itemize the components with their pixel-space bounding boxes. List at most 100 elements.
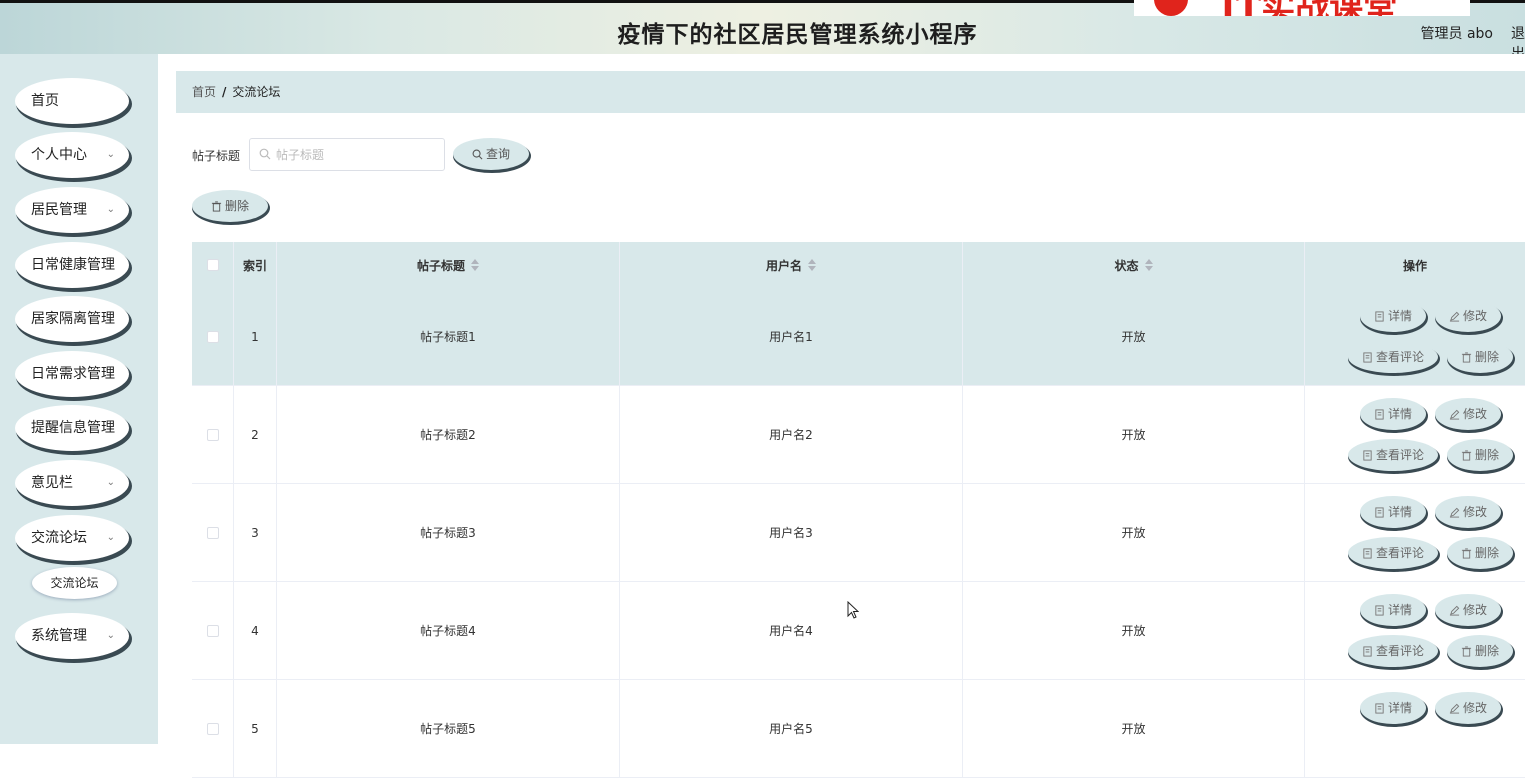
delete-button-label: 删除 — [1474, 448, 1499, 462]
search-icon — [259, 148, 271, 160]
sort-icon[interactable] — [808, 259, 816, 271]
row-checkbox[interactable] — [206, 722, 219, 735]
edit-icon — [1449, 605, 1460, 616]
view-comments-label: 查看评论 — [1375, 644, 1424, 658]
edit-button[interactable]: 修改 — [1435, 496, 1501, 528]
search-input[interactable] — [249, 138, 445, 171]
edit-icon — [1449, 311, 1460, 322]
search-button[interactable]: 查询 — [453, 138, 529, 170]
document-icon — [1363, 352, 1372, 363]
trash-icon — [1461, 646, 1472, 657]
sidebar-item-home[interactable]: 首页 — [15, 78, 129, 124]
chevron-down-icon: ⌄ — [106, 630, 115, 641]
sidebar: 首页 个人中心 ⌄ 居民管理 ⌄ 日常健康管理 居家隔离管理 日常需求管理 提醒信息… — [0, 54, 158, 744]
row-checkbox[interactable] — [206, 526, 219, 539]
view-comments-button[interactable]: 查看评论 — [1348, 635, 1438, 667]
col-header-title[interactable]: 帖子标题 — [277, 242, 620, 288]
edit-button[interactable]: 修改 — [1435, 692, 1501, 724]
delete-button[interactable]: 删除 — [1447, 537, 1513, 569]
sidebar-item-daily-health[interactable]: 日常健康管理 — [15, 242, 129, 288]
row-checkbox[interactable] — [206, 428, 219, 441]
sidebar-item-forum[interactable]: 交流论坛 ⌄ — [15, 515, 129, 561]
sidebar-item-daily-needs[interactable]: 日常需求管理 — [15, 351, 129, 397]
col-header-index: 索引 — [234, 242, 277, 288]
edit-button[interactable]: 修改 — [1435, 398, 1501, 430]
cell-index: 4 — [234, 582, 277, 679]
edit-icon — [1449, 409, 1460, 420]
sidebar-item-label: 日常需求管理 — [31, 366, 115, 382]
detail-button[interactable]: 详情 — [1360, 692, 1426, 724]
cell-status: 开放 — [963, 484, 1305, 581]
view-comments-button[interactable]: 查看评论 — [1348, 537, 1438, 569]
brand-logo: IT实战课堂 — [1134, 0, 1470, 16]
sidebar-item-personal-center[interactable]: 个人中心 ⌄ — [15, 132, 129, 178]
breadcrumb-home[interactable]: 首页 — [192, 85, 216, 99]
col-header-status[interactable]: 状态 — [963, 242, 1305, 288]
cell-title: 帖子标题4 — [277, 582, 620, 679]
cell-index: 5 — [234, 680, 277, 777]
cell-index: 3 — [234, 484, 277, 581]
detail-button[interactable]: 详情 — [1360, 496, 1426, 528]
table-row[interactable]: 5 帖子标题5 用户名5 开放 详情 修改 — [192, 680, 1525, 778]
row-actions: 详情 修改查看评论 删除 — [1305, 386, 1525, 483]
view-comments-label: 查看评论 — [1375, 448, 1424, 462]
select-all-checkbox[interactable] — [206, 259, 219, 271]
sidebar-item-label: 日常健康管理 — [31, 257, 115, 273]
sidebar-item-feedback[interactable]: 意见栏 ⌄ — [15, 460, 129, 506]
sidebar-item-residents[interactable]: 居民管理 ⌄ — [15, 187, 129, 233]
delete-button[interactable]: 删除 — [1447, 439, 1513, 471]
chevron-down-icon: ⌄ — [106, 532, 115, 543]
batch-delete-button[interactable]: 删除 — [192, 190, 268, 222]
table-row[interactable]: 2 帖子标题2 用户名2 开放 详情 修改 查看评论 删除 — [192, 386, 1525, 484]
sidebar-item-system[interactable]: 系统管理 ⌄ — [15, 613, 129, 659]
detail-button[interactable]: 详情 — [1360, 300, 1426, 332]
row-select-cell — [192, 680, 234, 777]
sidebar-item-home-quarantine[interactable]: 居家隔离管理 — [15, 296, 129, 342]
delete-button[interactable]: 删除 — [1447, 341, 1513, 373]
logout-link[interactable]: 退出 — [1511, 23, 1525, 54]
cell-title: 帖子标题1 — [277, 288, 620, 385]
app-title: 疫情下的社区居民管理系统小程序 — [617, 22, 978, 48]
delete-button[interactable]: 删除 — [1447, 635, 1513, 667]
row-select-cell — [192, 582, 234, 679]
cell-title: 帖子标题3 — [277, 484, 620, 581]
brand-logo-icon — [1154, 0, 1188, 16]
sort-icon[interactable] — [1144, 259, 1153, 271]
table-row[interactable]: 4 帖子标题4 用户名4 开放 详情 修改 查看评论 删除 — [192, 582, 1525, 680]
brand-logo-text: IT实战课堂 — [1220, 0, 1397, 16]
breadcrumb: 首页 / 交流论坛 — [176, 71, 1525, 113]
edit-icon — [1449, 703, 1460, 714]
edit-button[interactable]: 修改 — [1435, 594, 1501, 626]
chevron-down-icon: ⌄ — [106, 477, 115, 488]
cell-index: 1 — [234, 288, 277, 385]
row-checkbox[interactable] — [206, 624, 219, 637]
edit-button[interactable]: 修改 — [1435, 300, 1501, 332]
delete-button-label: 删除 — [1474, 350, 1499, 364]
select-all-cell — [192, 242, 234, 288]
col-header-username[interactable]: 用户名 — [620, 242, 963, 288]
detail-button[interactable]: 详情 — [1360, 398, 1426, 430]
edit-button-label: 修改 — [1462, 407, 1487, 421]
cell-status: 开放 — [963, 582, 1305, 679]
table-row[interactable]: 3 帖子标题3 用户名3 开放 详情 修改 查看评论 删除 — [192, 484, 1525, 582]
col-header-title-label: 帖子标题 — [416, 258, 465, 273]
view-comments-button[interactable]: 查看评论 — [1348, 341, 1438, 373]
sort-icon[interactable] — [471, 259, 479, 271]
document-icon — [1363, 548, 1372, 559]
sidebar-subitem-forum[interactable]: 交流论坛 — [32, 567, 117, 599]
trash-icon — [1461, 352, 1472, 363]
table-row[interactable]: 1 帖子标题1 用户名1 开放 详情 修改 查看评论 删除 — [192, 288, 1525, 386]
row-actions: 详情 修改 — [1305, 680, 1525, 777]
row-actions: 详情 修改查看评论 删除 — [1305, 582, 1525, 679]
chevron-down-icon: ⌄ — [106, 204, 115, 215]
cell-status: 开放 — [963, 288, 1305, 385]
cell-status: 开放 — [963, 680, 1305, 777]
detail-button[interactable]: 详情 — [1360, 594, 1426, 626]
col-header-status-label: 状态 — [1114, 258, 1139, 273]
document-icon — [1363, 450, 1372, 461]
mouse-cursor-icon — [847, 601, 859, 619]
sidebar-item-reminders[interactable]: 提醒信息管理 — [15, 405, 129, 451]
row-checkbox[interactable] — [206, 330, 219, 343]
document-icon — [1375, 409, 1384, 420]
view-comments-button[interactable]: 查看评论 — [1348, 439, 1438, 471]
